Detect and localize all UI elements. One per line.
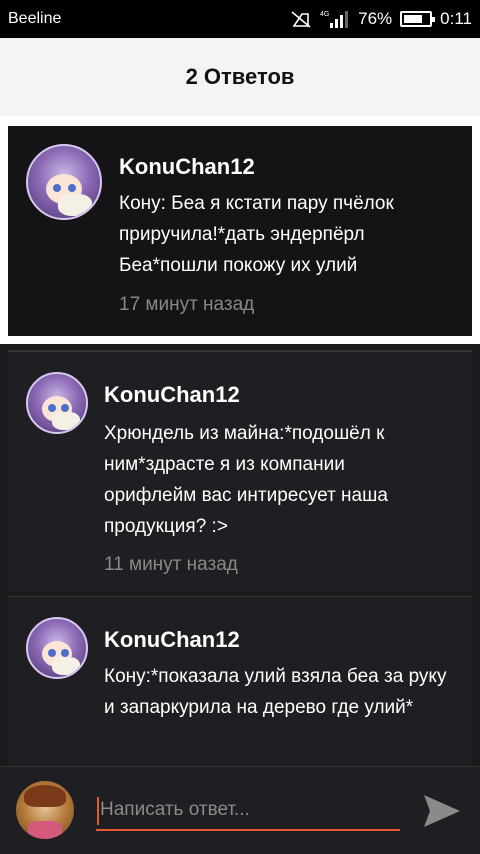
avatar[interactable] <box>26 144 102 220</box>
reply-author[interactable]: KonuChan12 <box>104 627 240 653</box>
send-icon <box>424 795 460 827</box>
status-bar: Beeline 4G 76% 0:11 <box>0 0 480 38</box>
status-icons: 4G 76% 0:11 <box>290 9 472 29</box>
my-avatar[interactable] <box>16 781 74 839</box>
carrier-label: Beeline <box>8 10 62 27</box>
battery-icon <box>400 11 436 27</box>
reply-input[interactable] <box>96 791 400 831</box>
page-title: 2 Ответов <box>185 64 295 89</box>
comment-author[interactable]: KonuChan12 <box>119 154 255 180</box>
avatar[interactable] <box>26 617 88 679</box>
comment-time: 17 минут назад <box>119 294 255 315</box>
avatar[interactable] <box>26 372 88 434</box>
send-button[interactable] <box>420 791 464 831</box>
reply-composer <box>0 766 480 854</box>
network-type-label: 4G <box>320 11 329 18</box>
signal-icon: 4G <box>320 9 350 29</box>
clock: 0:11 <box>440 9 472 28</box>
reply-author[interactable]: KonuChan12 <box>104 382 240 408</box>
header: 2 Ответов <box>0 38 480 116</box>
reply-time: 11 минут назад <box>104 554 238 575</box>
reply-item[interactable]: KonuChan12 Кону:*показала улий взяла беа… <box>8 596 472 766</box>
battery-fill <box>404 15 423 23</box>
reply-text: Кону:*показала улий взяла беа за руку и … <box>104 666 447 718</box>
reply-text: Хрюндель из майна:*подошёл к ним*здрасте… <box>104 423 388 537</box>
battery-percent: 76% <box>358 9 393 28</box>
text-cursor <box>97 797 99 825</box>
comment-text: Кону: Беа я кстати пару пчёлок приручила… <box>119 193 394 276</box>
parent-comment[interactable]: KonuChan12 Кону: Беа я кстати пару пчёло… <box>8 126 472 336</box>
reply-item[interactable]: KonuChan12 Хрюндель из майна:*подошёл к … <box>8 352 472 592</box>
no-sim-icon <box>290 10 312 28</box>
